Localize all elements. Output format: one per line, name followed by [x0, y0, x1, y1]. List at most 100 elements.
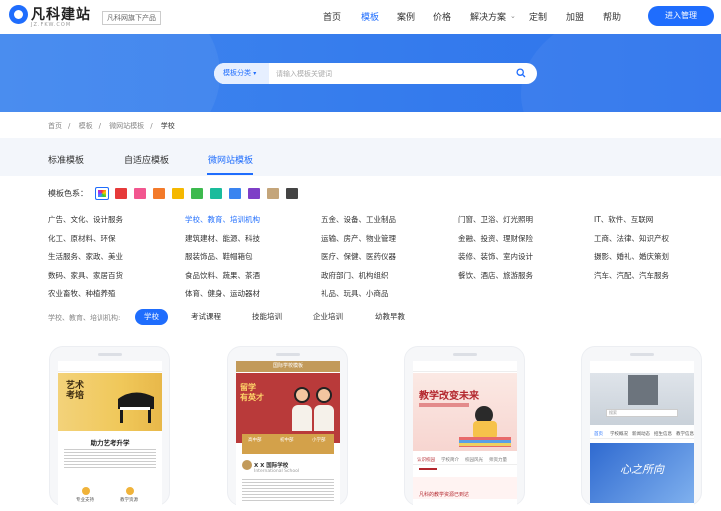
- template-card[interactable]: 教学改变未来 认识校园 学校简介 校园风光 师资力量 凡科的教学资源已到达: [404, 346, 525, 511]
- search-input[interactable]: [276, 66, 506, 81]
- category-item[interactable]: 食品饮料、蔬果、茶酒: [185, 270, 260, 281]
- breadcrumb-home[interactable]: 首页: [48, 122, 62, 130]
- category-dropdown[interactable]: 模板分类 ▾: [214, 63, 269, 84]
- color-swatch[interactable]: [115, 188, 127, 199]
- template-preview: 艺术 考培 助力艺考升学 专业支持 教学资源: [58, 361, 162, 511]
- category-item[interactable]: IT、软件、互联网: [594, 214, 653, 225]
- preview-heading: 助力艺考升学: [90, 439, 130, 447]
- resource-icon: [126, 487, 134, 495]
- student-avatar: [294, 387, 310, 403]
- preview-search: 搜索: [606, 409, 678, 417]
- search-icon[interactable]: [516, 68, 526, 78]
- category-item[interactable]: 建筑建材、能源、科技: [185, 233, 260, 244]
- icon-label: 专业支持: [76, 498, 94, 503]
- building-illustration: [628, 375, 658, 405]
- tab-standard[interactable]: 标准模板: [48, 153, 84, 166]
- student-figure: [314, 405, 334, 431]
- pill-corporate-training[interactable]: 企业培训: [304, 309, 352, 325]
- preview-menu-item: 教学信息: [676, 432, 694, 437]
- slogan-badge: 凡科网旗下产品: [102, 11, 161, 25]
- student-figure: [292, 405, 312, 431]
- category-item[interactable]: 汽车、汽配、汽车服务: [594, 270, 669, 281]
- color-swatch[interactable]: [172, 188, 184, 199]
- color-swatch[interactable]: [248, 188, 260, 199]
- category-item[interactable]: 政府部门、机构组织: [321, 270, 389, 281]
- books-illustration: [459, 437, 511, 447]
- enter-management-button[interactable]: 进入管理: [648, 6, 714, 26]
- news-title: 凡科的教学资源已到达: [419, 492, 470, 498]
- template-card[interactable]: 搜索 首页 学校概况 新闻动态 招生信息 教学信息 心之所向: [581, 346, 702, 511]
- student-avatar: [316, 387, 332, 403]
- tab-responsive[interactable]: 自适应模板: [124, 153, 169, 166]
- pill-skill-training[interactable]: 技能培训: [243, 309, 291, 325]
- phone-speaker: [98, 353, 122, 356]
- logo-text[interactable]: 凡科建站: [31, 4, 91, 24]
- category-item[interactable]: 数码、家具、家居百货: [48, 270, 123, 281]
- piano-icon: [118, 392, 154, 423]
- nav-item-franchise[interactable]: 加盟: [566, 10, 584, 23]
- template-card[interactable]: 国际学校模板 留学 有英才 高中部 初中部 小学部 X X 国际学校 Inter…: [227, 346, 348, 511]
- category-item[interactable]: 广告、文化、设计服务: [48, 214, 123, 225]
- preview-menu-item: 师资力量: [489, 458, 507, 463]
- color-swatch[interactable]: [229, 188, 241, 199]
- color-swatch[interactable]: [267, 188, 279, 199]
- breadcrumb-micro-site[interactable]: 微网站模板: [109, 122, 144, 130]
- school-logo: [242, 460, 252, 470]
- pill-preschool[interactable]: 幼教早教: [366, 309, 414, 325]
- color-swatch-all[interactable]: [95, 187, 109, 200]
- category-item[interactable]: 医疗、保健、医药仪器: [321, 251, 396, 262]
- category-item[interactable]: 化工、原材料、环保: [48, 233, 116, 244]
- category-item[interactable]: 门窗、卫浴、灯光照明: [458, 214, 533, 225]
- category-item[interactable]: 金融、投资、理财保险: [458, 233, 533, 244]
- nav-item-pricing[interactable]: 价格: [433, 10, 451, 23]
- nav-item-custom[interactable]: 定制: [529, 10, 547, 23]
- preview-menu-item: 首页: [594, 432, 603, 437]
- nav-item-templates[interactable]: 模板: [361, 10, 379, 23]
- breadcrumb: 首页 / 模板 / 微网站模板 / 学校: [48, 122, 175, 130]
- preview-paragraph: [242, 477, 334, 503]
- category-item[interactable]: 工商、法律、知识产权: [594, 233, 669, 244]
- pill-exam-course[interactable]: 考试课程: [182, 309, 230, 325]
- preview-topbar: [413, 361, 517, 372]
- phone-speaker: [630, 353, 654, 356]
- nav-item-help[interactable]: 帮助: [603, 10, 621, 23]
- preview-topbar: [58, 361, 162, 372]
- preview-menu-item: 新闻动态: [632, 432, 650, 437]
- template-card[interactable]: 艺术 考培 助力艺考升学 专业支持 教学资源: [49, 346, 170, 511]
- template-preview: 国际学校模板 留学 有英才 高中部 初中部 小学部 X X 国际学校 Inter…: [236, 361, 340, 511]
- nav-item-cases[interactable]: 案例: [397, 10, 415, 23]
- template-preview: 教学改变未来 认识校园 学校简介 校园风光 师资力量 凡科的教学资源已到达: [413, 361, 517, 511]
- breadcrumb-templates[interactable]: 模板: [79, 122, 93, 130]
- preview-paragraph: [64, 447, 156, 469]
- preview-menu-item: 学校简介: [441, 458, 459, 463]
- nav-item-solutions[interactable]: 解决方案: [470, 10, 506, 23]
- search-bar: 模板分类 ▾: [214, 63, 537, 84]
- category-item[interactable]: 体育、健身、运动器材: [185, 288, 260, 299]
- category-item[interactable]: 学校、教育、培训机构: [185, 214, 260, 225]
- category-item[interactable]: 服装饰品、鞋帽箱包: [185, 251, 253, 262]
- chevron-down-icon[interactable]: ⌄: [510, 12, 516, 20]
- preview-menu-item: 认识校园: [417, 458, 435, 463]
- category-item[interactable]: 农业畜牧、种植养殖: [48, 288, 116, 299]
- pill-school[interactable]: 学校: [135, 309, 168, 325]
- category-item[interactable]: 礼品、玩具、小商品: [321, 288, 389, 299]
- color-swatch[interactable]: [210, 188, 222, 199]
- category-item[interactable]: 生活服务、家政、美业: [48, 251, 123, 262]
- section-label: 小学部: [312, 438, 326, 443]
- color-swatch[interactable]: [191, 188, 203, 199]
- menu-underline: [419, 468, 437, 470]
- logo-icon[interactable]: [9, 5, 28, 24]
- color-swatch[interactable]: [286, 188, 298, 199]
- tab-micro-site[interactable]: 微网站模板: [208, 153, 253, 166]
- category-item[interactable]: 装修、装饰、室内设计: [458, 251, 533, 262]
- nav-item-home[interactable]: 首页: [323, 10, 341, 23]
- preview-menu-item: 校园风光: [465, 458, 483, 463]
- category-item[interactable]: 摄影、婚礼、婚庆策划: [594, 251, 669, 262]
- color-swatch[interactable]: [134, 188, 146, 199]
- active-tab-indicator: [207, 173, 253, 175]
- category-item[interactable]: 餐饮、酒店、旅游服务: [458, 270, 533, 281]
- preview-menu-item: 招生信息: [654, 432, 672, 437]
- color-swatch[interactable]: [153, 188, 165, 199]
- category-item[interactable]: 运输、房产、物业管理: [321, 233, 396, 244]
- category-item[interactable]: 五金、设备、工业制品: [321, 214, 396, 225]
